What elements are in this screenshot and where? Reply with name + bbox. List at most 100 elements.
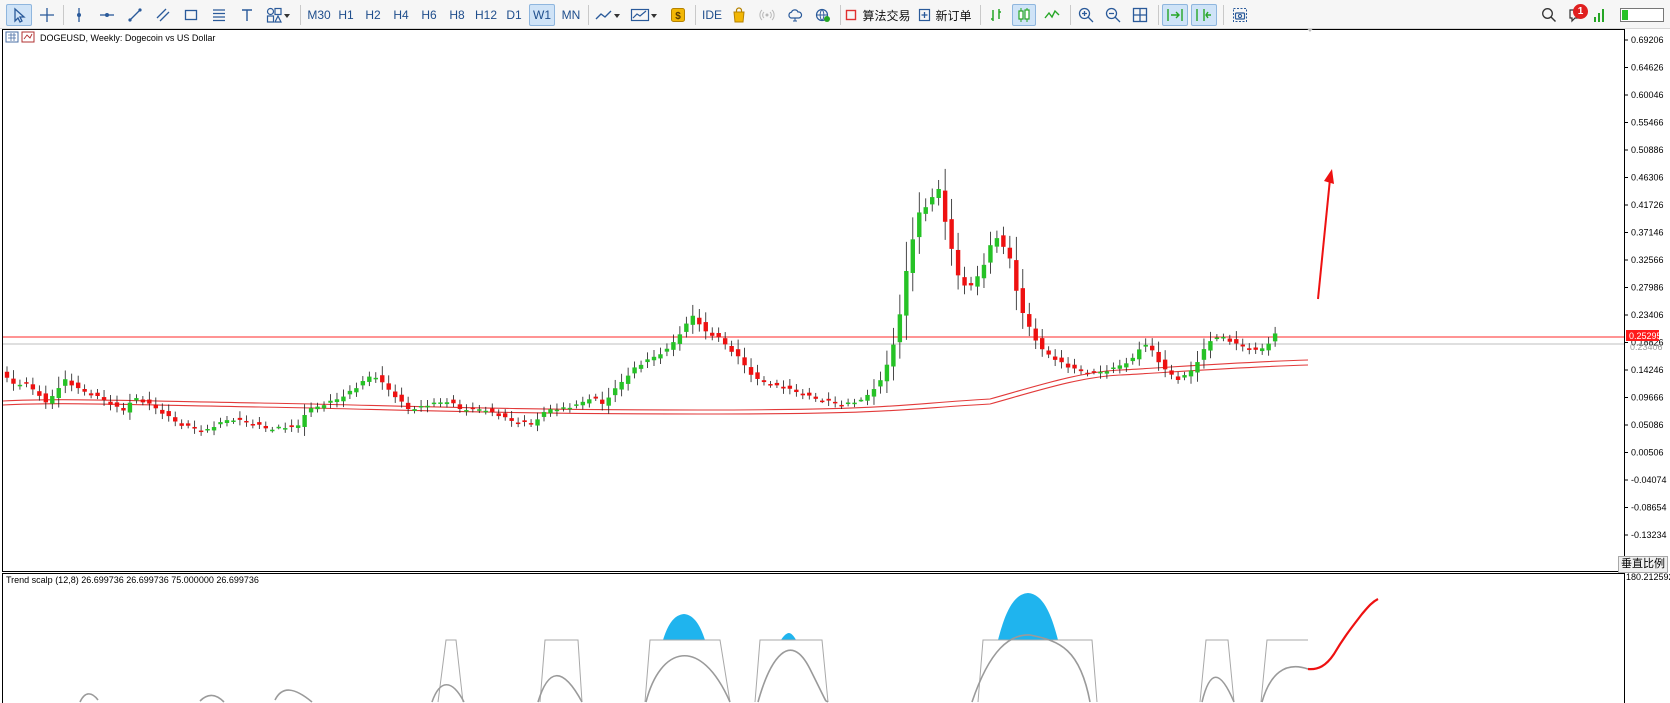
zoom-out-button[interactable] <box>1101 4 1125 26</box>
bar-chart-icon <box>991 9 1001 21</box>
chart-type-dropdown-button[interactable] <box>593 4 625 26</box>
trade-button[interactable]: $ <box>667 4 689 26</box>
bearish-candle <box>942 190 948 222</box>
chart-area[interactable]: 0.69206 0.64626 0.60046 0.55466 0.50886 0.463… <box>0 29 1670 703</box>
timeframe-h12[interactable]: H12 <box>472 4 500 26</box>
bearish-candle <box>748 367 754 375</box>
bearish-candle <box>593 396 598 399</box>
bearish-candle <box>955 249 961 276</box>
bearish-candle <box>1040 338 1045 350</box>
bullish-candle <box>548 409 553 414</box>
timeframe-d1[interactable]: D1 <box>503 4 525 26</box>
bullish-candle <box>1266 343 1271 351</box>
rectangle-button[interactable] <box>180 4 202 26</box>
bearish-candle <box>522 420 527 423</box>
toolbar-separator <box>840 5 841 25</box>
toolbar-separator <box>1223 5 1224 25</box>
signals-button[interactable] <box>756 4 778 26</box>
bullish-candle <box>308 408 314 413</box>
bearish-candle <box>198 430 204 433</box>
candlestick-chart-button[interactable] <box>1012 4 1036 26</box>
toolbar-separator <box>980 5 981 25</box>
bullish-candle <box>897 314 903 343</box>
new-order-button[interactable]: 新订单 <box>916 4 974 26</box>
vertical-line-button[interactable] <box>68 4 90 26</box>
bullish-candle <box>50 396 55 404</box>
timeframe-h8[interactable]: H8 <box>446 4 468 26</box>
trendline-button[interactable] <box>124 4 146 26</box>
bullish-candle <box>477 409 482 411</box>
timeframe-h1[interactable]: H1 <box>335 4 357 26</box>
indicator-title: Trend scalp (12,8) 26.699736 26.699736 7… <box>6 575 259 585</box>
crosshair-tool-button[interactable] <box>35 4 59 26</box>
timeframe-h6[interactable]: H6 <box>418 4 440 26</box>
bearish-candle <box>1156 351 1161 363</box>
algo-trading-button[interactable]: 算法交易 <box>845 4 911 26</box>
bullish-candle <box>425 405 430 408</box>
search-button[interactable] <box>1538 4 1560 26</box>
zoom-in-icon <box>1078 7 1094 23</box>
auto-scroll-button[interactable] <box>1162 4 1188 26</box>
timeframe-h2[interactable]: H2 <box>362 4 384 26</box>
price-axis-label: 0.41726 <box>1631 200 1664 210</box>
price-axis-label: 0.14246 <box>1631 365 1664 375</box>
vps-button[interactable] <box>784 4 806 26</box>
bearish-candle <box>153 404 159 409</box>
bearish-candle <box>37 391 42 396</box>
bullish-candle <box>632 367 637 374</box>
signal-wave-icon <box>759 9 775 21</box>
bearish-candle <box>761 380 767 383</box>
screenshot-button[interactable] <box>1228 4 1252 26</box>
chart-shift-button[interactable] <box>1191 4 1217 26</box>
bearish-candle <box>1014 260 1019 291</box>
toolbar-separator <box>63 5 64 25</box>
chart-menu-icon[interactable] <box>5 31 19 43</box>
bullish-candle <box>328 400 333 403</box>
ide-button[interactable]: IDE <box>700 4 724 26</box>
indicators-dropdown-button[interactable] <box>628 4 662 26</box>
timeframe-mn[interactable]: MN <box>558 4 584 26</box>
vertical-scale-button[interactable]: 垂直比例 <box>1618 556 1668 573</box>
bearish-candle <box>30 384 36 390</box>
bullish-candle <box>373 377 378 380</box>
channel-button[interactable] <box>152 4 174 26</box>
bearish-candle <box>722 338 728 345</box>
symbol-icon <box>21 31 35 43</box>
bullish-candle <box>606 397 611 406</box>
fibonacci-button[interactable] <box>208 4 230 26</box>
timeframe-h4[interactable]: H4 <box>390 4 412 26</box>
market-button[interactable] <box>728 4 750 26</box>
toolbar-separator <box>1070 5 1071 25</box>
bearish-candle <box>826 398 831 401</box>
bar-chart-button[interactable] <box>985 4 1009 26</box>
bearish-candle <box>1065 363 1071 368</box>
timeframe-w1[interactable]: W1 <box>529 4 555 26</box>
bullish-candle <box>587 399 592 404</box>
bullish-candle <box>231 420 236 422</box>
horizontal-line-button[interactable] <box>96 4 118 26</box>
bearish-candle <box>75 382 81 389</box>
bearish-candle <box>166 411 171 417</box>
bullish-candle <box>218 422 223 425</box>
line-chart-icon <box>1044 9 1060 19</box>
price-axis-label: 0.05086 <box>1631 420 1664 430</box>
bearish-candle <box>710 332 715 336</box>
bearish-candle <box>716 333 721 338</box>
shapes-dropdown-button[interactable] <box>264 4 294 26</box>
bearish-candle <box>237 417 243 420</box>
text-tool-button[interactable] <box>236 4 258 26</box>
timeframe-m30[interactable]: M30 <box>306 4 332 26</box>
community-button[interactable] <box>812 4 834 26</box>
price-axis-label: 0.23406 <box>1631 310 1664 320</box>
zoom-in-button[interactable] <box>1074 4 1098 26</box>
bullish-candle <box>1221 336 1226 339</box>
bearish-candle <box>244 420 249 423</box>
bullish-candle <box>910 239 915 273</box>
bearish-candle <box>1033 328 1038 341</box>
line-chart-button[interactable] <box>1040 4 1064 26</box>
cursor-tool-button[interactable] <box>6 4 32 26</box>
bullish-candle <box>211 427 217 431</box>
tile-windows-button[interactable] <box>1128 4 1152 26</box>
bullish-candle <box>852 402 857 405</box>
bearish-candle <box>108 401 113 405</box>
